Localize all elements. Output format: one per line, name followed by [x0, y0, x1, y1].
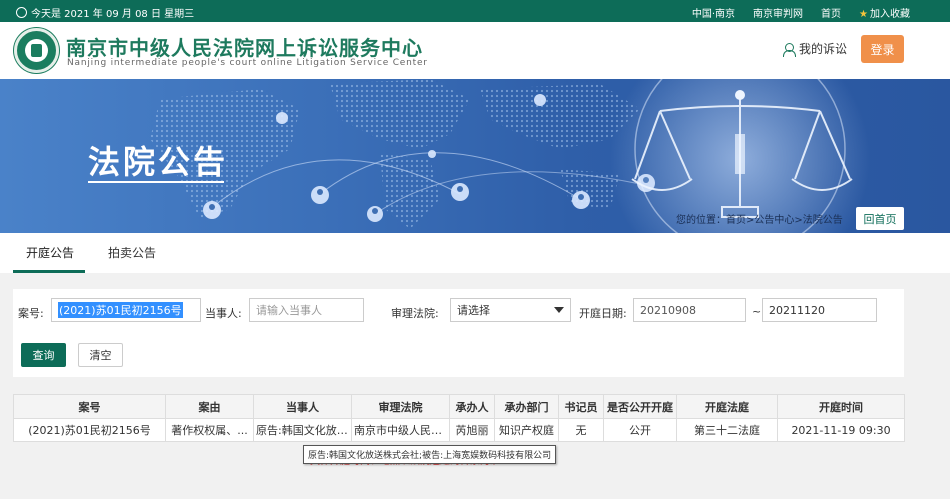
cell-case-no: (2021)苏01民初2156号 — [13, 418, 166, 442]
site-title: 南京市中级人民法院网上诉讼服务中心 — [66, 36, 423, 60]
court-emblem-logo[interactable] — [14, 28, 59, 73]
user-icon — [783, 42, 796, 57]
top-links: 中国·南京 南京审判网 首页 ★ 加入收藏 — [692, 5, 910, 20]
page-banner: 法院公告 您的位置：首页>公告中心>法院公告 — [0, 79, 950, 233]
clear-button[interactable]: 清空 — [78, 343, 123, 367]
table-row[interactable]: (2021)苏01民初2156号 著作权权属、... 原告:韩国文化放送株...… — [13, 418, 905, 442]
col-courtroom: 开庭法庭 — [676, 394, 778, 419]
cell-parties[interactable]: 原告:韩国文化放送株... — [253, 418, 352, 442]
col-case-no: 案号 — [13, 394, 166, 419]
cell-hearing-time: 2021-11-19 09:30 — [777, 418, 905, 442]
cell-judge: 芮旭丽 — [449, 418, 495, 442]
col-court: 审理法院 — [351, 394, 450, 419]
col-clerk: 书记员 — [558, 394, 604, 419]
add-favorite-label: 加入收藏 — [870, 9, 910, 20]
date-display: 今天是 2021 年 09 月 08 日 星期三 — [16, 5, 194, 20]
table-header-row: 案号 案由 当事人 审理法院 承办人 承办部门 书记员 是否公开开庭 开庭法庭 … — [13, 394, 905, 419]
tab-auction[interactable]: 拍卖公告 — [108, 244, 156, 261]
breadcrumb[interactable]: 您的位置：首页>公告中心>法院公告 — [676, 211, 843, 226]
date-text: 今天是 2021 年 09 月 08 日 星期三 — [31, 9, 195, 20]
col-judge: 承办人 — [449, 394, 495, 419]
court-select[interactable]: 请选择 — [450, 298, 571, 322]
col-cause: 案由 — [165, 394, 254, 419]
site-subtitle: Nanjing intermediate people's court onli… — [67, 58, 428, 68]
announcement-tabs: 开庭公告 拍卖公告 — [0, 233, 950, 273]
tab-court-session[interactable]: 开庭公告 — [26, 244, 74, 261]
case-no-label: 案号: — [18, 307, 44, 320]
link-china-nanjing[interactable]: 中国·南京 — [692, 5, 735, 20]
active-tab-indicator — [13, 270, 85, 273]
party-input[interactable]: 请输入当事人 — [249, 298, 364, 322]
login-button[interactable]: 登录 — [861, 35, 904, 63]
banner-title-underline — [88, 181, 224, 183]
cell-public: 公开 — [603, 418, 677, 442]
banner-title: 法院公告 — [88, 143, 229, 181]
court-label: 审理法院: — [391, 307, 439, 320]
col-department: 承办部门 — [494, 394, 559, 419]
back-home-button[interactable]: 回首页 — [856, 207, 904, 230]
date-from-input[interactable]: 20210908 — [633, 298, 746, 322]
my-litigation-label: 我的诉讼 — [799, 42, 848, 56]
date-range-separator: ~ — [752, 305, 762, 318]
court-select-value: 请选择 — [457, 304, 490, 317]
col-parties: 当事人 — [253, 394, 352, 419]
cell-court: 南京市中级人民法院 — [351, 418, 450, 442]
top-bar: 今天是 2021 年 09 月 08 日 星期三 中国·南京 南京审判网 首页 … — [0, 0, 950, 22]
party-label: 当事人: — [205, 307, 242, 320]
query-button[interactable]: 查询 — [21, 343, 66, 367]
col-public: 是否公开开庭 — [603, 394, 677, 419]
hearing-date-label: 开庭日期: — [579, 307, 627, 320]
date-to-input[interactable]: 20211120 — [762, 298, 877, 322]
search-filter-panel: 案号: (2021)苏01民初2156号 当事人: 请输入当事人 审理法院: 请… — [13, 289, 904, 377]
cell-clerk: 无 — [558, 418, 604, 442]
my-litigation-link[interactable]: 我的诉讼 — [783, 40, 847, 57]
star-icon: ★ — [859, 9, 868, 20]
site-header: 南京市中级人民法院网上诉讼服务中心 Nanjing intermediate p… — [0, 22, 950, 79]
cell-courtroom: 第三十二法庭 — [676, 418, 778, 442]
cell-cause: 著作权权属、... — [165, 418, 254, 442]
cell-department: 知识产权庭 — [494, 418, 559, 442]
parties-tooltip: 原告:韩国文化放送株式会社;被告:上海宽娱数码科技有限公司 — [303, 445, 557, 464]
link-home[interactable]: 首页 — [821, 5, 841, 20]
case-no-value: (2021)苏01民初2156号 — [58, 302, 183, 318]
chevron-down-icon — [554, 307, 564, 313]
col-hearing-time: 开庭时间 — [777, 394, 905, 419]
case-no-input[interactable]: (2021)苏01民初2156号 — [51, 298, 201, 322]
clock-icon — [16, 7, 27, 18]
announcement-table: 案号 案由 当事人 审理法院 承办人 承办部门 书记员 是否公开开庭 开庭法庭 … — [13, 394, 905, 442]
link-nanjing-trial-net[interactable]: 南京审判网 — [753, 5, 803, 20]
link-add-favorite[interactable]: ★ 加入收藏 — [859, 5, 910, 20]
